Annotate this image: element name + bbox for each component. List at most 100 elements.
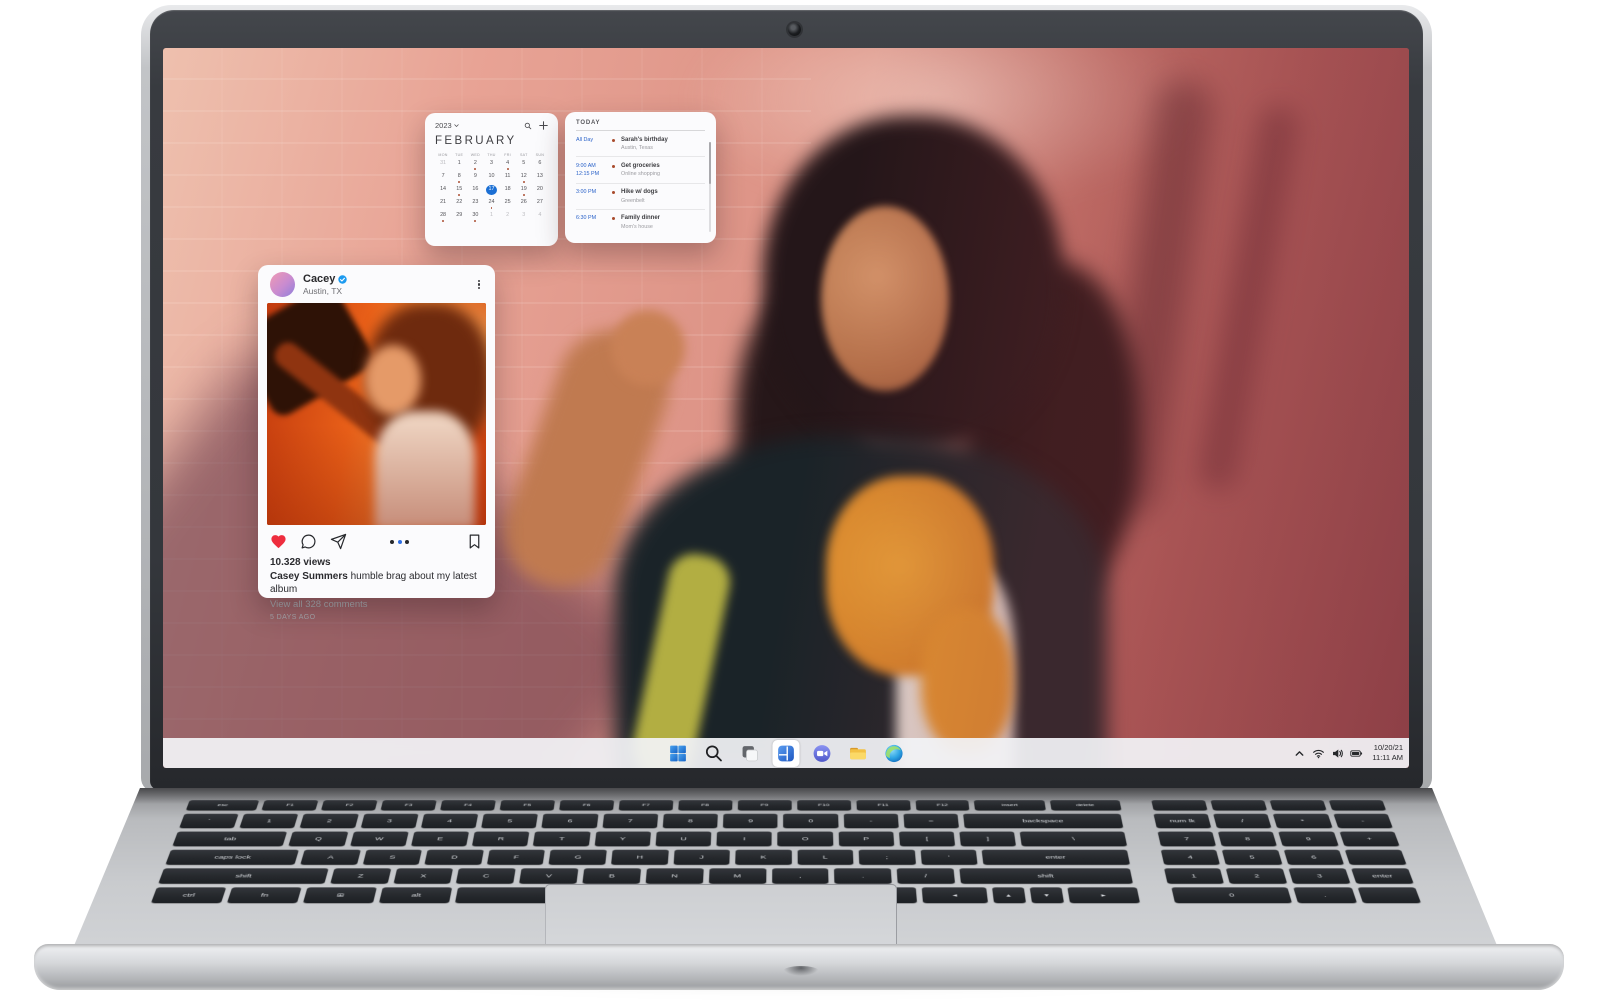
chevron-up-icon[interactable] xyxy=(1293,747,1306,760)
calendar-day-header: MON xyxy=(435,153,451,157)
calendar-date[interactable]: 22 xyxy=(451,198,467,211)
battery-icon[interactable] xyxy=(1350,747,1363,760)
post-comments-link[interactable]: View all 328 comments xyxy=(270,599,483,610)
key--: ; xyxy=(859,850,916,865)
key--: = xyxy=(903,814,959,828)
taskbar-chat-button[interactable] xyxy=(809,740,836,767)
calendar-date[interactable]: 5 xyxy=(516,159,532,172)
key--: , xyxy=(772,868,829,883)
share-icon[interactable] xyxy=(330,533,347,550)
post-location[interactable]: Austin, TX xyxy=(303,286,347,296)
agenda-event[interactable]: 6:30 PMFamily dinnerMom's house xyxy=(576,210,705,235)
calendar-date[interactable]: 16 xyxy=(467,185,483,198)
webcam xyxy=(788,23,801,36)
key-f3: F3 xyxy=(380,800,436,810)
key-f7: F7 xyxy=(618,800,673,810)
calendar-date[interactable]: 4 xyxy=(532,211,548,224)
calendar-date[interactable]: 25 xyxy=(500,198,516,211)
search-icon[interactable] xyxy=(524,122,532,130)
event-bullet xyxy=(612,165,615,168)
calendar-date[interactable]: 19 xyxy=(516,185,532,198)
calendar-date[interactable]: 8 xyxy=(451,172,467,185)
key-l: L xyxy=(797,850,853,865)
calendar-date[interactable]: 27 xyxy=(532,198,548,211)
calendar-date[interactable]: 26 xyxy=(516,198,532,211)
calendar-date[interactable]: 29 xyxy=(451,211,467,224)
calendar-date[interactable]: 3 xyxy=(483,159,499,172)
calendar-date[interactable]: 2 xyxy=(500,211,516,224)
taskbar-file-explorer-button[interactable] xyxy=(845,740,872,767)
calendar-date[interactable]: 24 xyxy=(483,198,499,211)
calendar-date[interactable]: 20 xyxy=(532,185,548,198)
taskbar-start-button[interactable] xyxy=(665,740,692,767)
agenda-event-subtitle: Online shopping xyxy=(621,170,705,178)
volume-icon[interactable] xyxy=(1331,747,1344,760)
key-1: 1 xyxy=(1164,868,1225,883)
post-username[interactable]: Cacey xyxy=(303,273,335,285)
key-num-lk: num lk xyxy=(1153,814,1211,828)
key--: ▴ xyxy=(992,887,1026,903)
key xyxy=(1357,887,1421,903)
taskbar-edge-button[interactable] xyxy=(881,740,908,767)
agenda-event-list: All DaySarah's birthdayAustin, Texas9:00… xyxy=(576,131,705,235)
event-bullet xyxy=(612,217,615,220)
avatar[interactable] xyxy=(270,272,295,297)
calendar-date[interactable]: 18 xyxy=(500,185,516,198)
taskbar-search-button[interactable] xyxy=(701,740,728,767)
agenda-event-title: Get groceries xyxy=(621,162,705,170)
heart-icon[interactable] xyxy=(270,533,287,550)
task-view-icon xyxy=(740,743,761,764)
clock[interactable]: 10/20/21 11:11 AM xyxy=(1372,743,1403,763)
agenda-event[interactable]: 3:00 PMHike w/ dogsGreenbelt xyxy=(576,184,705,210)
add-event-icon[interactable] xyxy=(539,121,548,130)
wifi-icon[interactable] xyxy=(1312,747,1325,760)
calendar-date[interactable]: 3 xyxy=(516,211,532,224)
calendar-date[interactable]: 7 xyxy=(435,172,451,185)
calendar-date[interactable]: 9 xyxy=(467,172,483,185)
calendar-date[interactable]: 1 xyxy=(483,211,499,224)
calendar-date[interactable]: 17 xyxy=(483,185,499,198)
key-f2: F2 xyxy=(321,800,377,810)
calendar-date[interactable]: 14 xyxy=(435,185,451,198)
key--: ' xyxy=(920,850,977,865)
calendar-date[interactable]: 31 xyxy=(435,159,451,172)
key-4: 4 xyxy=(1161,850,1221,865)
comment-icon[interactable] xyxy=(300,533,317,550)
calendar-date[interactable]: 30 xyxy=(467,211,483,224)
agenda-scrollbar[interactable] xyxy=(709,142,712,232)
calendar-date[interactable]: 23 xyxy=(467,198,483,211)
calendar-widget[interactable]: 2023 FEBRUARY MONTUEWEDTHUFRISATSUN 3112… xyxy=(425,113,558,246)
key xyxy=(1211,800,1268,810)
key--: ▾ xyxy=(1029,887,1063,903)
calendar-year-dropdown[interactable]: 2023 xyxy=(435,121,459,130)
key--: . xyxy=(1293,887,1356,903)
key xyxy=(1152,800,1208,810)
post-author[interactable]: Casey Summers xyxy=(270,571,348,582)
calendar-date[interactable]: 1 xyxy=(451,159,467,172)
calendar-day-header: SAT xyxy=(516,153,532,157)
post-caption: Casey Summers humble brag about my lates… xyxy=(270,571,483,596)
calendar-date[interactable]: 15 xyxy=(451,185,467,198)
bookmark-icon[interactable] xyxy=(466,533,483,550)
calendar-date[interactable]: 13 xyxy=(532,172,548,185)
agenda-event[interactable]: All DaySarah's birthdayAustin, Texas xyxy=(576,131,705,157)
agenda-event[interactable]: 9:00 AM12:15 PMGet groceriesOnline shopp… xyxy=(576,157,705,184)
calendar-date[interactable]: 12 xyxy=(516,172,532,185)
calendar-date[interactable]: 4 xyxy=(500,159,516,172)
chat-icon xyxy=(812,743,833,764)
key-7: 7 xyxy=(602,814,658,828)
key--: [ xyxy=(899,831,955,846)
calendar-date[interactable]: 10 xyxy=(483,172,499,185)
taskbar-widgets-button[interactable] xyxy=(773,740,800,767)
calendar-date[interactable]: 28 xyxy=(435,211,451,224)
kebab-menu-icon[interactable] xyxy=(475,277,483,293)
key-d: D xyxy=(425,850,484,865)
calendar-date[interactable]: 11 xyxy=(500,172,516,185)
taskbar-task-view-button[interactable] xyxy=(737,740,764,767)
key-9: 9 xyxy=(723,814,778,828)
agenda-widget[interactable]: TODAY All DaySarah's birthdayAustin, Tex… xyxy=(565,112,716,243)
calendar-date[interactable]: 2 xyxy=(467,159,483,172)
calendar-date[interactable]: 21 xyxy=(435,198,451,211)
key-f11: F11 xyxy=(856,800,910,810)
calendar-date[interactable]: 6 xyxy=(532,159,548,172)
